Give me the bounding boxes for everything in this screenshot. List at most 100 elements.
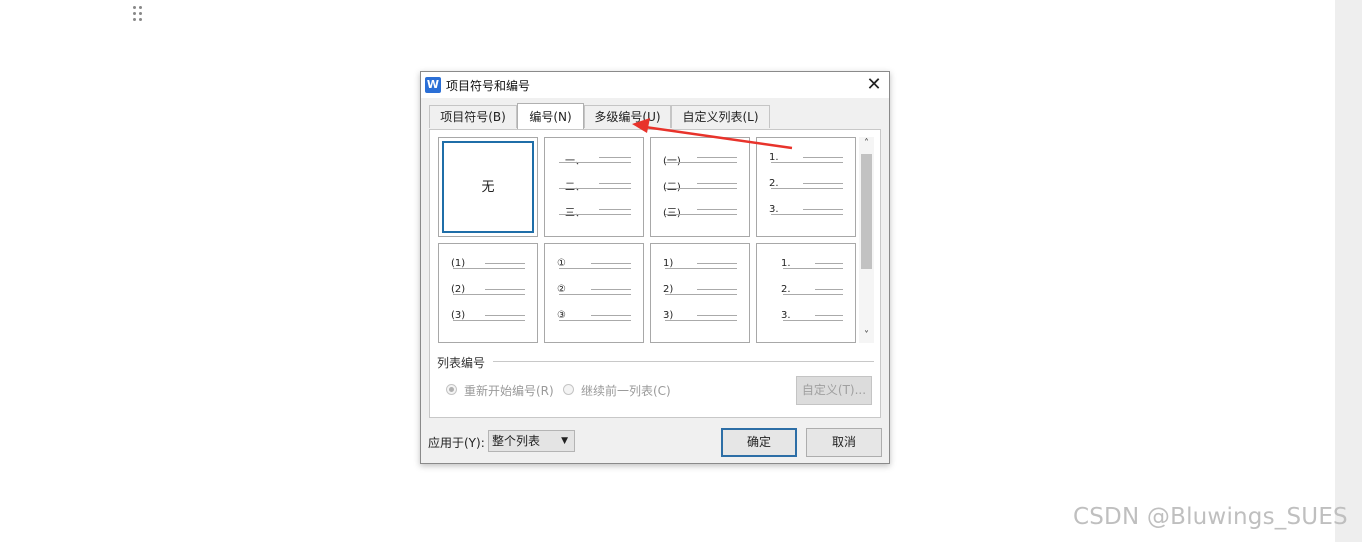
preview-rule — [559, 294, 631, 295]
preview-rule — [697, 157, 737, 158]
preview-rule — [559, 268, 631, 269]
preview-rule — [771, 214, 843, 215]
preview-number: 一、 — [565, 152, 585, 167]
preview-rule — [815, 263, 843, 264]
preview-rule — [783, 268, 843, 269]
preview-rule — [815, 289, 843, 290]
style-grid-scrollbar[interactable]: ˄ ˅ — [859, 137, 874, 343]
preview-rule — [559, 214, 631, 215]
preview-rule — [485, 289, 525, 290]
radio-dot[interactable] — [446, 384, 457, 395]
preview-line: 2) — [651, 284, 751, 298]
preview-number: (二) — [663, 178, 681, 193]
preview-number: (三) — [663, 204, 681, 219]
preview-rule — [591, 289, 631, 290]
preview-line: (2) — [439, 284, 539, 298]
preview-line: (3) — [439, 310, 539, 324]
scroll-up-icon[interactable]: ˄ — [859, 137, 874, 151]
numbering-style-chinese-comma[interactable]: 一、二、三、 — [544, 137, 644, 237]
preview-rule — [665, 188, 737, 189]
preview-rule — [697, 315, 737, 316]
preview-rule — [599, 157, 631, 158]
dialog-titlebar: W 项目符号和编号 ✕ — [421, 72, 889, 98]
preview-rule — [559, 188, 631, 189]
preview-rule — [453, 268, 525, 269]
numbering-style-arabic-paren[interactable]: (1) (2) (3) — [438, 243, 538, 343]
preview-rule — [771, 162, 843, 163]
preview-line: 三、 — [545, 204, 645, 219]
preview-line: 3. — [757, 204, 857, 218]
preview-line: 1) — [651, 258, 751, 272]
preview-rule — [591, 263, 631, 264]
numbering-style-arabic-dot-indent[interactable]: 1. 2. 3. — [756, 243, 856, 343]
customize-button[interactable]: 自定义(T)... — [796, 376, 872, 405]
section-divider — [493, 361, 874, 362]
dialog-title: 项目符号和编号 — [446, 79, 531, 93]
preview-line: 3) — [651, 310, 751, 324]
watermark: CSDN @Bluwings_SUES — [1073, 504, 1348, 530]
preview-rule — [453, 294, 525, 295]
apply-to-label: 应用于(Y): — [428, 436, 485, 450]
preview-rule — [771, 188, 843, 189]
preview-rule — [559, 320, 631, 321]
preview-rule — [599, 183, 631, 184]
preview-line: ③ — [545, 310, 645, 324]
page-side-scroll-area — [1335, 0, 1362, 542]
tab-custom-list[interactable]: 自定义列表(L) — [671, 105, 770, 128]
preview-number: (一) — [663, 152, 681, 167]
preview-line: 3. — [757, 310, 857, 324]
preview-line: (二) — [651, 178, 751, 193]
none-style-label: 无 — [481, 180, 495, 195]
preview-rule — [697, 289, 737, 290]
preview-rule — [697, 209, 737, 210]
scrollbar-thumb[interactable] — [861, 154, 872, 269]
numbering-style-none[interactable]: 无 — [438, 137, 538, 237]
preview-number: 二、 — [565, 178, 585, 193]
bullets-and-numbering-dialog: W 项目符号和编号 ✕ 项目符号(B) 编号(N) 多级编号(U) 自定义列表(… — [420, 71, 890, 464]
preview-line: 2. — [757, 284, 857, 298]
preview-line: (三) — [651, 204, 751, 219]
preview-line: (一) — [651, 152, 751, 167]
preview-line: 1. — [757, 152, 857, 166]
preview-rule — [815, 315, 843, 316]
preview-rule — [697, 183, 737, 184]
preview-rule — [783, 294, 843, 295]
preview-line: ② — [545, 284, 645, 298]
preview-rule — [453, 320, 525, 321]
preview-rule — [599, 209, 631, 210]
radio-dot[interactable] — [563, 384, 574, 395]
numbering-style-circled[interactable]: ① ② ③ — [544, 243, 644, 343]
list-numbering-label: 列表编号 — [437, 356, 486, 370]
preview-line: 二、 — [545, 178, 645, 193]
numbering-style-arabic-half-paren[interactable]: 1) 2) 3) — [650, 243, 750, 343]
tab-numbering[interactable]: 编号(N) — [517, 103, 584, 129]
preview-rule — [665, 320, 737, 321]
preview-rule — [665, 268, 737, 269]
dropdown-arrow-icon: ▼ — [561, 436, 568, 446]
tab-bullets[interactable]: 项目符号(B) — [429, 105, 517, 128]
preview-rule — [665, 214, 737, 215]
preview-rule — [591, 315, 631, 316]
preview-rule — [803, 157, 843, 158]
preview-rule — [783, 320, 843, 321]
numbering-style-grid: 无 一、二、三、 (一) (二) (三) 1. 2. 3. (1) (2) (3) ① ② ③ 1) 2) 3)… — [438, 137, 858, 347]
preview-line: 2. — [757, 178, 857, 192]
preview-rule — [665, 294, 737, 295]
numbering-style-chinese-paren[interactable]: (一) (二) (三) — [650, 137, 750, 237]
preview-rule — [665, 162, 737, 163]
preview-rule — [803, 209, 843, 210]
ok-button[interactable]: 确定 — [721, 428, 797, 457]
preview-rule — [803, 183, 843, 184]
numbering-style-arabic-dot[interactable]: 1. 2. 3. — [756, 137, 856, 237]
tab-multilevel[interactable]: 多级编号(U) — [584, 105, 671, 128]
preview-rule — [559, 162, 631, 163]
restart-numbering-label: 重新开始编号(R) — [464, 384, 554, 398]
apply-to-value: 整个列表 — [492, 434, 541, 448]
preview-rule — [485, 315, 525, 316]
preview-rule — [485, 263, 525, 264]
drag-handle-icon[interactable] — [133, 6, 143, 22]
cancel-button[interactable]: 取消 — [806, 428, 882, 457]
scroll-down-icon[interactable]: ˅ — [859, 329, 874, 343]
apply-to-select[interactable]: 整个列表 ▼ — [488, 430, 575, 452]
close-icon[interactable]: ✕ — [863, 74, 885, 96]
